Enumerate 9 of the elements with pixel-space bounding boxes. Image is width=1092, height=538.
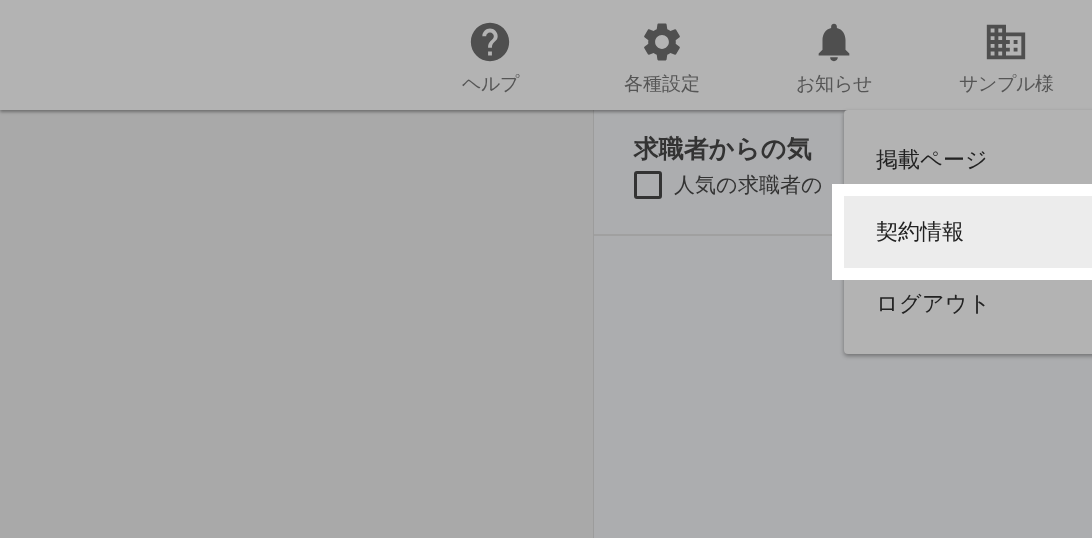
nav-button[interactable]: 各種設定 — [576, 0, 748, 110]
checkbox[interactable] — [634, 171, 662, 199]
menu-item[interactable]: ログアウト — [844, 268, 1092, 340]
nav-button[interactable]: サンプル様 — [920, 0, 1092, 110]
menu-item[interactable]: 掲載ページ — [844, 124, 1092, 196]
section-title: 求職者からの気 — [634, 133, 812, 165]
nav-button[interactable]: お知らせ — [748, 0, 920, 110]
nav-button[interactable]: ヘルプ — [404, 0, 576, 110]
checkbox-label: 人気の求職者の — [674, 172, 823, 199]
